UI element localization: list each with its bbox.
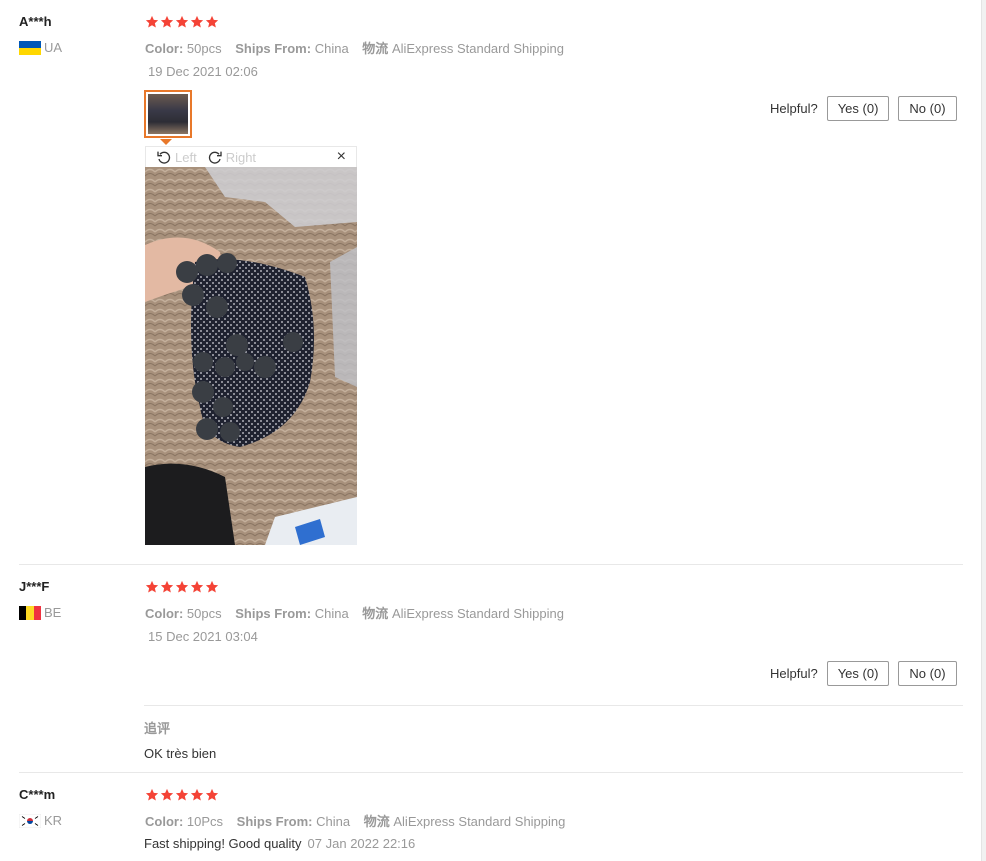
helpful-controls: Helpful? Yes (0) No (0) (770, 96, 957, 121)
helpful-label: Helpful? (770, 666, 818, 681)
star-icon (190, 15, 204, 28)
color-value: 50pcs (186, 41, 222, 56)
logistics-label: 物流 (362, 41, 389, 56)
reviewer-name: A***h (19, 14, 52, 29)
ships-from-value: China (316, 814, 351, 829)
reviewer-country: UA (44, 40, 63, 55)
review-item: A***h UA Color: 50pcs Ships From: China … (0, 0, 986, 565)
review-date: 15 Dec 2021 03:04 (148, 629, 258, 644)
logistics-label: 物流 (362, 606, 389, 621)
star-icon (160, 580, 174, 593)
star-icon (175, 15, 189, 28)
flag-be-icon (19, 606, 41, 620)
star-rating (145, 15, 219, 29)
color-label: Color: (145, 606, 184, 621)
reviewer-name: J***F (19, 579, 50, 594)
helpful-yes-button[interactable]: Yes (0) (826, 96, 890, 121)
image-viewer-toolbar: Left Right × (145, 146, 357, 167)
helpful-no-button[interactable]: No (0) (898, 96, 957, 121)
star-icon (145, 15, 159, 28)
review-feedback: Fast shipping! Good quality 07 Jan 2022 2… (144, 836, 415, 851)
star-icon (175, 788, 189, 801)
star-icon (205, 580, 219, 593)
review-photo-large (145, 167, 357, 545)
order-attributes: Color: 10Pcs Ships From: China 物流 AliExp… (145, 811, 565, 830)
rotate-right-button[interactable]: Right (207, 149, 256, 165)
rotate-left-icon (157, 151, 171, 164)
color-label: Color: (145, 41, 184, 56)
star-icon (145, 788, 159, 801)
order-attributes: Color: 50pcs Ships From: China 物流 AliExp… (145, 603, 564, 622)
star-rating (145, 580, 219, 594)
flag-kr-icon (19, 814, 41, 828)
helpful-yes-button[interactable]: Yes (0) (826, 661, 890, 686)
review-date: 07 Jan 2022 22:16 (307, 836, 416, 851)
logistics-label: 物流 (363, 814, 390, 829)
review-item: J***F BE Color: 50pcs Ships From: China … (0, 565, 986, 773)
followup-divider (144, 705, 963, 706)
rotate-left-button[interactable]: Left (156, 149, 197, 165)
thumbnail-caret (160, 139, 172, 145)
rotate-right-label: Right (225, 149, 257, 165)
ships-from-label: Ships From: (235, 41, 312, 56)
logistics-value: AliExpress Standard Shipping (391, 41, 564, 56)
star-icon (175, 580, 189, 593)
review-item: C***m KR Color: 10Pcs Ships From: China … (0, 773, 986, 861)
star-icon (145, 580, 159, 593)
ships-from-value: China (314, 41, 349, 56)
reviewer-name: C***m (19, 787, 56, 802)
color-label: Color: (145, 814, 184, 829)
ships-from-label: Ships From: (236, 814, 313, 829)
close-icon[interactable]: × (337, 149, 346, 165)
review-date: 19 Dec 2021 02:06 (148, 64, 258, 79)
color-value: 10Pcs (186, 814, 224, 829)
ships-from-value: China (314, 606, 349, 621)
star-rating (145, 788, 219, 802)
star-icon (205, 788, 219, 801)
review-photo-thumbnail[interactable] (144, 90, 192, 138)
star-icon (190, 580, 204, 593)
rotate-left-label: Left (175, 149, 197, 165)
order-attributes: Color: 50pcs Ships From: China 物流 AliExp… (145, 38, 564, 57)
star-icon (190, 788, 204, 801)
followup-text: OK très bien (144, 746, 217, 761)
reviewer-country: KR (44, 813, 63, 828)
helpful-no-button[interactable]: No (0) (898, 661, 957, 686)
logistics-value: AliExpress Standard Shipping (391, 606, 564, 621)
star-icon (160, 788, 174, 801)
rotate-right-icon (208, 151, 222, 164)
color-value: 50pcs (186, 606, 222, 621)
flag-ua-icon (19, 41, 41, 55)
feedback-text: Fast shipping! Good quality (144, 836, 302, 851)
helpful-label: Helpful? (770, 101, 818, 116)
star-icon (205, 15, 219, 28)
followup-label: 追评 (144, 721, 171, 736)
helpful-controls: Helpful? Yes (0) No (0) (770, 661, 957, 686)
star-icon (160, 15, 174, 28)
logistics-value: AliExpress Standard Shipping (393, 814, 566, 829)
ships-from-label: Ships From: (235, 606, 312, 621)
reviewer-country: BE (44, 605, 62, 620)
